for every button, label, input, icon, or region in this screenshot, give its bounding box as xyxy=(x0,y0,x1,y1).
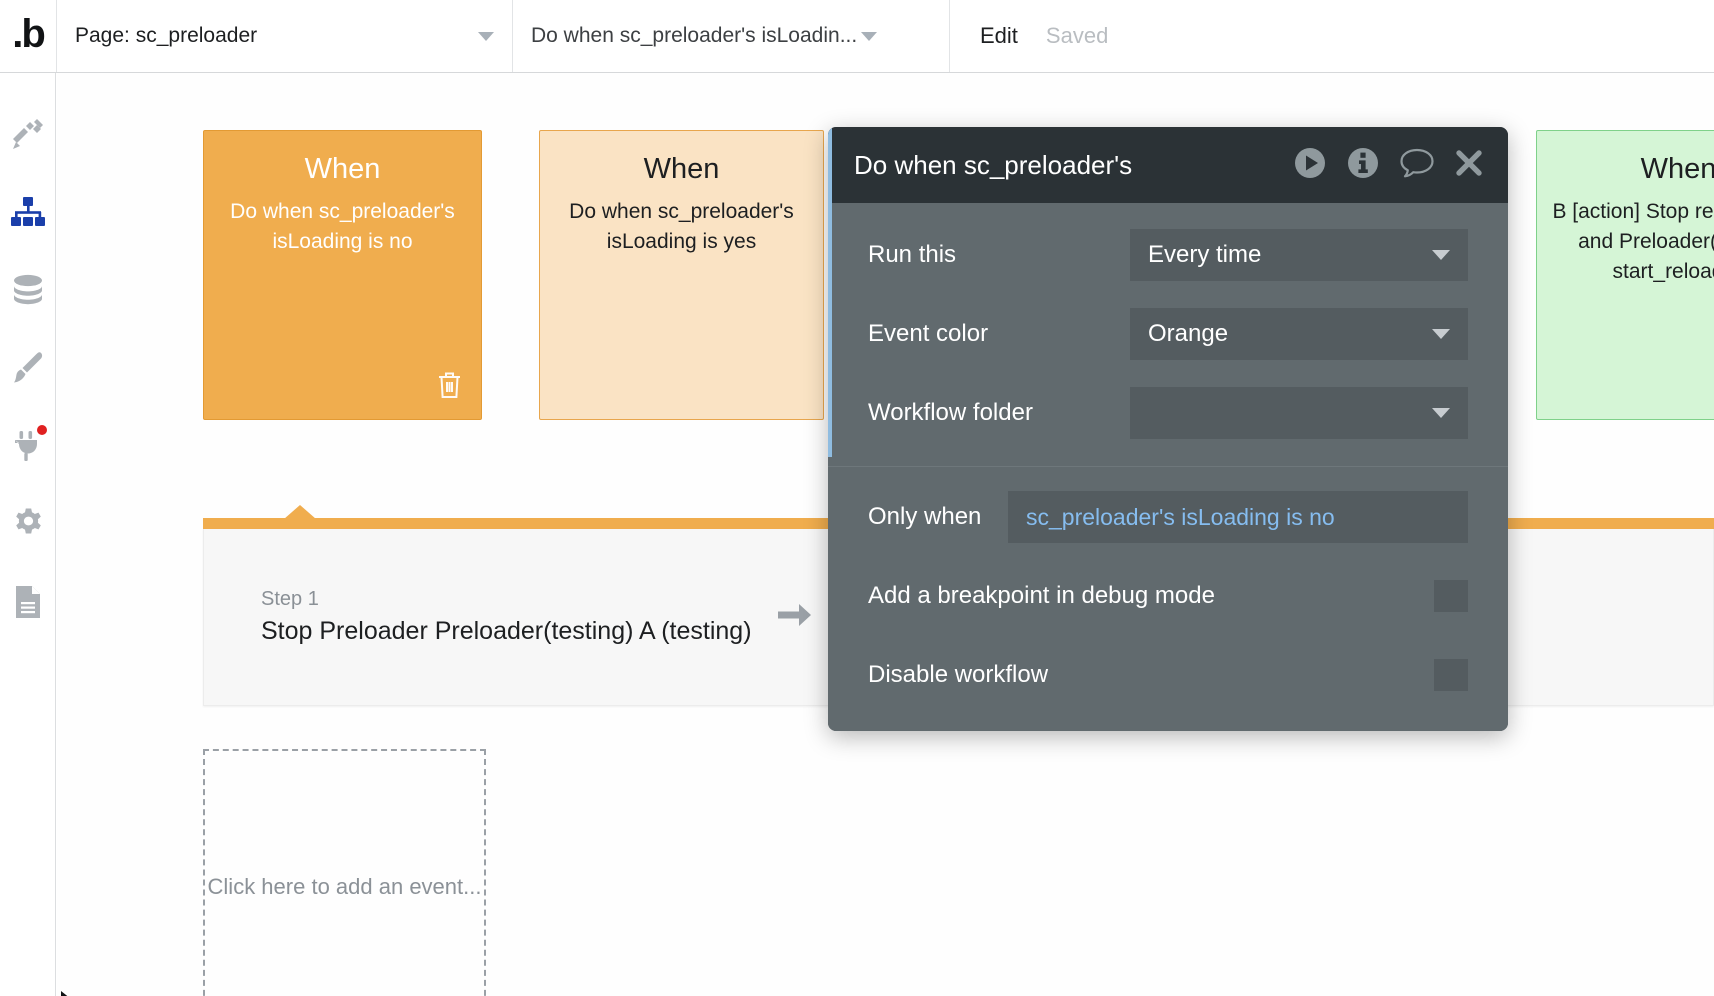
sidebar-item-plugins[interactable] xyxy=(0,407,56,485)
event-card-title: When xyxy=(643,153,720,185)
settings-gear-icon xyxy=(11,507,45,541)
event-card-subtitle: B [action] Stop re is clicked and Preloa… xyxy=(1552,200,1714,283)
disable-workflow-checkbox[interactable] xyxy=(1434,659,1468,691)
chevron-down-icon xyxy=(478,31,494,41)
info-icon[interactable] xyxy=(1346,146,1380,185)
top-bar: .b Page: sc_preloader Do when sc_preload… xyxy=(0,0,1714,73)
workflow-selector-label: Do when sc_preloader's isLoadin... xyxy=(531,24,858,47)
step-number-label: Step 1 xyxy=(261,588,319,611)
chevron-down-icon xyxy=(1432,250,1450,260)
workflow-folder-dropdown[interactable] xyxy=(1130,387,1468,439)
design-tools-icon xyxy=(11,117,45,151)
step-text: Step 1 Stop Preloader Preloader(testing)… xyxy=(261,586,752,648)
styles-brush-icon xyxy=(11,352,45,384)
breakpoint-checkbox[interactable] xyxy=(1434,580,1468,612)
field-label: Add a breakpoint in debug mode xyxy=(868,582,1215,609)
run-this-dropdown[interactable]: Every time xyxy=(1130,229,1468,281)
sidebar-item-logs[interactable] xyxy=(0,563,56,641)
page-selector[interactable]: Page: sc_preloader xyxy=(57,0,513,72)
field-disable-workflow: Disable workflow xyxy=(868,649,1468,701)
database-icon xyxy=(11,274,45,306)
only-when-value: sc_preloader's isLoading is no xyxy=(1026,503,1335,530)
sidebar-item-styles[interactable] xyxy=(0,329,56,407)
event-card-subtitle: Do when sc_preloader's isLoading is no xyxy=(230,200,455,254)
event-card-title: When xyxy=(304,153,381,185)
comment-bubble-icon[interactable] xyxy=(1399,147,1435,184)
logs-document-icon xyxy=(14,585,42,619)
modal-body: Run this Every time Event color Orange W… xyxy=(828,203,1508,731)
page-selector-label: Page: sc_preloader xyxy=(75,24,258,47)
bubble-logo-glyph: .b xyxy=(12,12,46,56)
save-status: Saved xyxy=(1045,23,1109,48)
bubble-logo[interactable]: .b xyxy=(0,0,57,72)
event-color-dropdown[interactable]: Orange xyxy=(1130,308,1468,360)
arrow-right-icon xyxy=(777,602,812,633)
left-icon-rail xyxy=(0,73,56,996)
chevron-down-icon xyxy=(1432,408,1450,418)
chevron-down-icon xyxy=(861,31,878,41)
sidebar-item-data[interactable] xyxy=(0,251,56,329)
field-label: Disable workflow xyxy=(868,661,1049,688)
sidebar-item-workflow[interactable] xyxy=(0,173,56,251)
field-label: Only when xyxy=(868,503,982,530)
field-label: Run this xyxy=(868,241,957,268)
play-icon[interactable] xyxy=(1293,146,1327,185)
event-color-value: Orange xyxy=(1148,320,1229,347)
field-workflow-folder: Workflow folder xyxy=(868,387,1468,439)
workflow-panel-pointer xyxy=(284,505,316,519)
event-card-selected[interactable]: When Do when sc_preloader's isLoading is… xyxy=(203,130,482,420)
field-only-when: Only when sc_preloader's isLoading is no xyxy=(868,491,1468,543)
field-run-this: Run this Every time xyxy=(868,229,1468,281)
plugins-notification-badge xyxy=(37,425,47,435)
event-card-title: When xyxy=(1640,153,1714,185)
field-event-color: Event color Orange xyxy=(868,308,1468,360)
edit-tab[interactable]: Edit xyxy=(980,23,1018,49)
run-this-value: Every time xyxy=(1148,241,1262,268)
sidebar-item-settings[interactable] xyxy=(0,485,56,563)
event-card[interactable]: When B [action] Stop re is clicked and P… xyxy=(1536,130,1714,420)
workflow-properties-modal[interactable]: Do when sc_preloader's Run this Every ti… xyxy=(828,127,1508,731)
field-label: Event color xyxy=(868,320,989,347)
workflow-icon xyxy=(11,197,45,227)
close-icon[interactable] xyxy=(1454,148,1484,183)
trash-icon[interactable] xyxy=(436,370,463,405)
only-when-expression-input[interactable]: sc_preloader's isLoading is no xyxy=(1008,491,1468,543)
modal-header-icons xyxy=(1293,146,1484,185)
field-breakpoint: Add a breakpoint in debug mode xyxy=(868,570,1468,622)
event-card[interactable]: When Do when sc_preloader's isLoading is… xyxy=(539,130,824,420)
event-card-subtitle: Do when sc_preloader's isLoading is yes xyxy=(569,200,794,254)
sidebar-item-design[interactable] xyxy=(0,95,56,173)
modal-header[interactable]: Do when sc_preloader's xyxy=(828,127,1508,203)
app-root: .b Page: sc_preloader Do when sc_preload… xyxy=(0,0,1714,996)
plugins-plug-icon xyxy=(12,430,44,462)
topbar-actions: Edit Saved xyxy=(950,0,1108,72)
modal-accent-strip xyxy=(828,127,832,457)
modal-title: Do when sc_preloader's xyxy=(854,149,1133,180)
step-title: Stop Preloader Preloader(testing) A (tes… xyxy=(261,617,752,646)
chevron-down-icon xyxy=(1432,329,1450,339)
modal-section-divider xyxy=(828,466,1508,467)
field-label: Workflow folder xyxy=(868,399,1033,426)
add-event-button[interactable]: Click here to add an event... xyxy=(203,749,486,996)
add-event-label: Click here to add an event... xyxy=(207,874,482,900)
workflow-selector[interactable]: Do when sc_preloader's isLoadin... xyxy=(513,0,950,72)
